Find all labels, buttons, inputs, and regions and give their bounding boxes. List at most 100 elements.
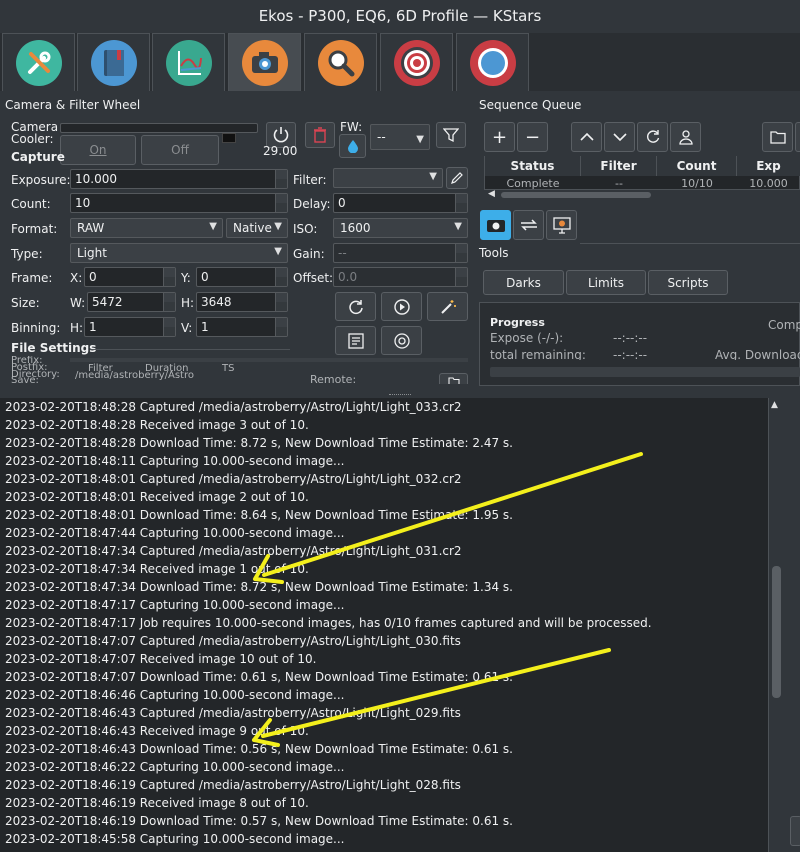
log-line[interactable]: 2023-02-20T18:47:34 Received image 1 out… [0, 560, 768, 578]
count-input[interactable]: 10 [70, 193, 288, 213]
scripts-button[interactable]: Scripts [648, 270, 728, 295]
cooler-on-button[interactable]: On [60, 135, 136, 165]
gain-input[interactable]: -- [333, 243, 468, 263]
cooler-trash-button[interactable] [305, 122, 335, 148]
size-w-input[interactable]: 5472 [87, 292, 176, 312]
offset-input[interactable]: 0.0 [333, 267, 468, 287]
row-filter-cell[interactable]: -- [581, 177, 657, 189]
log-line[interactable]: 2023-02-20T18:45:58 Capturing 10.000-sec… [0, 830, 768, 848]
reset-frame-button[interactable] [335, 292, 376, 321]
filter-edit-button[interactable] [446, 167, 468, 189]
encoding-select[interactable]: Native ▼ [226, 218, 288, 238]
log-line[interactable]: 2023-02-20T18:48:11 Capturing 10.000-sec… [0, 452, 768, 470]
frame-type-select[interactable]: Light ▼ [70, 243, 288, 263]
limits-button[interactable]: Limits [566, 270, 646, 295]
darks-button[interactable]: Darks [483, 270, 564, 295]
loop-tool-button[interactable] [513, 210, 544, 240]
binning-h-input[interactable]: 1 [84, 317, 176, 337]
tab-guide[interactable] [456, 33, 529, 91]
filter-settings-button[interactable] [436, 122, 466, 148]
log-line[interactable]: 2023-02-20T18:46:19 Received image 8 out… [0, 794, 768, 812]
delay-input[interactable]: 0 [333, 193, 468, 213]
log-line[interactable]: 2023-02-20T18:47:34 Download Time: 8.72 … [0, 578, 768, 596]
gain-label: Gain: [293, 247, 325, 261]
directory-browse-button[interactable] [439, 373, 468, 384]
col-count[interactable]: Count [657, 156, 737, 176]
ts-chip[interactable]: TS [222, 364, 234, 374]
reset-queue-button[interactable] [637, 122, 668, 152]
log-line[interactable]: 2023-02-20T18:46:43 Captured /media/astr… [0, 704, 768, 722]
open-queue-button[interactable] [762, 122, 793, 152]
log-scroll-thumb[interactable] [772, 566, 781, 698]
folder-icon [447, 377, 460, 384]
filter-wheel-select[interactable]: -- ▼ [370, 124, 430, 150]
row-count-cell[interactable]: 10/10 [657, 177, 737, 189]
log-line[interactable]: 2023-02-20T18:47:44 Capturing 10.000-sec… [0, 524, 768, 542]
binning-v-input[interactable]: 1 [196, 317, 288, 337]
cooler-off-button[interactable]: Off [141, 135, 219, 165]
directory-value[interactable]: /media/astroberry/Astro [75, 371, 194, 381]
row-exp-cell[interactable]: 10.000 [737, 177, 800, 189]
size-h-input[interactable]: 3648 [196, 292, 288, 312]
log-line[interactable]: 2023-02-20T18:48:28 Received image 3 out… [0, 416, 768, 434]
log-line[interactable]: 2023-02-20T18:47:17 Capturing 10.000-sec… [0, 596, 768, 614]
log-line[interactable]: 2023-02-20T18:46:43 Download Time: 0.56 … [0, 740, 768, 758]
log-line[interactable]: 2023-02-20T18:46:19 Download Time: 0.57 … [0, 812, 768, 830]
frame-x-input[interactable]: 0 [84, 267, 176, 287]
log-line[interactable]: 2023-02-20T18:46:22 Capturing 10.000-sec… [0, 758, 768, 776]
tab-analyze[interactable] [152, 33, 225, 91]
log-line[interactable]: 2023-02-20T18:46:43 Received image 9 out… [0, 722, 768, 740]
log-line[interactable]: 2023-02-20T18:47:07 Download Time: 0.61 … [0, 668, 768, 686]
filter-select[interactable]: ▼ [333, 168, 443, 188]
tab-capture[interactable] [228, 33, 301, 91]
tab-align[interactable] [380, 33, 453, 91]
format-label: Format: [11, 222, 58, 236]
hscroll-thumb[interactable] [501, 192, 651, 198]
fw-droplet-button[interactable] [339, 134, 366, 158]
log-line[interactable]: 2023-02-20T18:48:28 Download Time: 8.72 … [0, 434, 768, 452]
frame-y-input[interactable]: 0 [196, 267, 288, 287]
tab-scheduler[interactable] [77, 33, 150, 91]
log-line[interactable]: 2023-02-20T18:47:07 Received image 10 ou… [0, 650, 768, 668]
move-up-button[interactable] [571, 122, 602, 152]
row-status-cell[interactable]: Complete [485, 177, 581, 189]
log-line[interactable]: 2023-02-20T18:46:46 Capturing 10.000-sec… [0, 686, 768, 704]
log-line[interactable]: 2023-02-20T18:47:07 Captured /media/astr… [0, 632, 768, 650]
tab-setup[interactable] [2, 33, 75, 91]
tab-focus[interactable] [304, 33, 377, 91]
log-line[interactable]: 2023-02-20T18:46:19 Captured /media/astr… [0, 776, 768, 794]
log-scrollbar[interactable]: ▲ [768, 398, 784, 852]
log-line[interactable]: 2023-02-20T18:47:17 Job requires 10.000-… [0, 614, 768, 632]
log-line[interactable]: 2023-02-20T18:47:34 Captured /media/astr… [0, 542, 768, 560]
col-status[interactable]: Status [485, 156, 581, 176]
calibration-options-button[interactable] [381, 326, 422, 355]
auto-dark-button[interactable] [427, 292, 468, 321]
gutter-button[interactable] [790, 816, 800, 846]
save-queue-button[interactable] [795, 122, 800, 152]
select-user-button[interactable] [670, 122, 701, 152]
custom-properties-button[interactable] [335, 326, 376, 355]
log-line[interactable]: 2023-02-20T18:48:01 Captured /media/astr… [0, 470, 768, 488]
log-line[interactable]: 2023-02-20T18:48:28 Captured /media/astr… [0, 398, 768, 416]
live-video-tool-button[interactable] [546, 210, 577, 240]
loop-preview-button[interactable] [381, 292, 422, 321]
expose-value: --:--:-- [613, 331, 648, 345]
move-down-button[interactable] [604, 122, 635, 152]
loop-arrows-icon [520, 219, 537, 231]
prefix-field[interactable] [70, 358, 468, 362]
add-job-button[interactable]: + [484, 122, 515, 152]
splitter-handle[interactable] [0, 391, 800, 398]
log-line[interactable]: 2023-02-20T18:48:01 Received image 2 out… [0, 488, 768, 506]
col-filter[interactable]: Filter [581, 156, 657, 176]
col-exp[interactable]: Exp [737, 156, 800, 176]
properties-list-icon [347, 332, 364, 349]
exposure-input[interactable]: 10.000 [70, 169, 288, 189]
plus-icon: + [491, 126, 508, 148]
iso-select[interactable]: 1600 ▼ [333, 218, 468, 238]
capture-preview-tool-button[interactable] [480, 210, 511, 240]
sequence-hscroll[interactable]: ◀ [485, 189, 800, 201]
capture-log[interactable]: 2023-02-20T18:48:28 Captured /media/astr… [0, 398, 768, 852]
format-select[interactable]: RAW ▼ [70, 218, 223, 238]
remove-job-button[interactable]: − [517, 122, 548, 152]
log-line[interactable]: 2023-02-20T18:48:01 Download Time: 8.64 … [0, 506, 768, 524]
